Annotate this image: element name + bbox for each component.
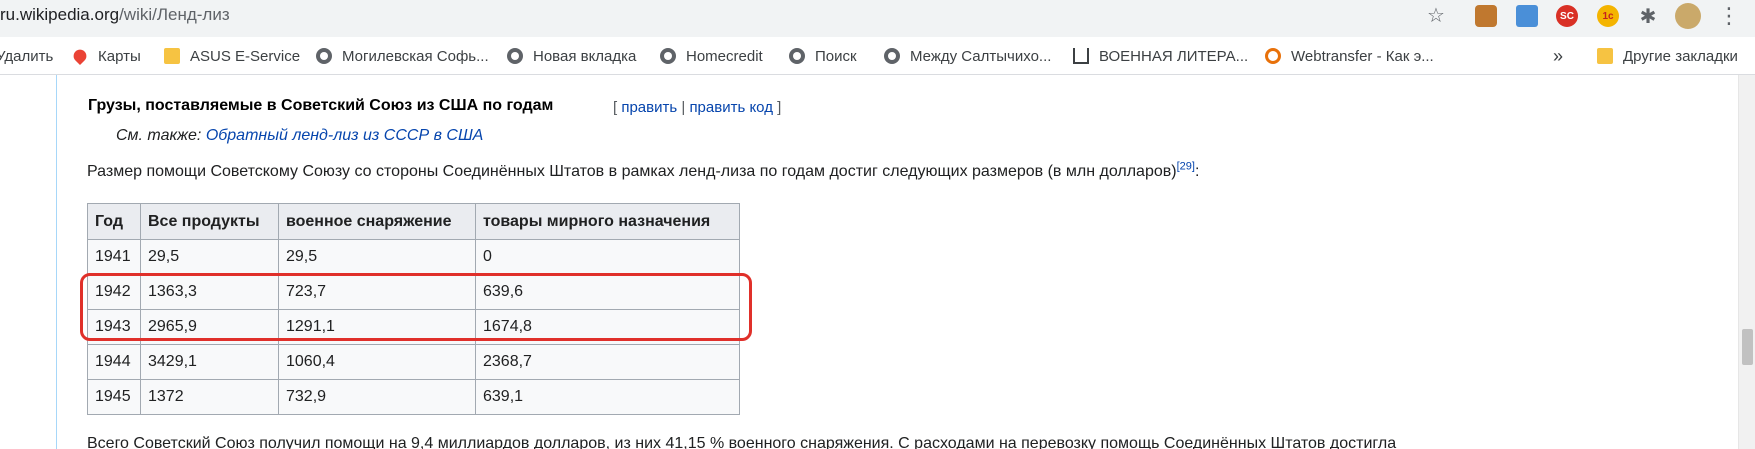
bookmark-label: Карты [98, 47, 141, 65]
globe-icon [507, 48, 523, 64]
address-bar[interactable]: ru.wikipedia.org/wiki/Ленд-лиз ☆ SC 1с ✱… [0, 0, 1755, 37]
globe-icon [316, 48, 332, 64]
lend-lease-table: Год Все продукты военное снаряжение това… [87, 203, 740, 415]
edit-link[interactable]: править [621, 99, 677, 116]
bookmarks-bar: Удалить Карты ASUS E-Service Могилевская… [0, 37, 1755, 75]
intro-end: : [1194, 163, 1200, 180]
column-header-military: военное снаряжение [278, 203, 476, 240]
globe-icon [660, 48, 676, 64]
bookmark-delete[interactable]: Удалить [0, 37, 53, 75]
table-row: 1943 2965,9 1291,1 1674,8 [87, 309, 740, 345]
other-bookmarks[interactable]: Другие закладки [1597, 37, 1738, 75]
table-cell: 29,5 [140, 239, 279, 275]
section-edit-links: [ править | править код ] [613, 99, 781, 116]
table-cell: 639,6 [475, 274, 740, 310]
column-header-all-products: Все продукты [140, 203, 279, 240]
bookmark-maps[interactable]: Карты [70, 37, 141, 75]
table-header-row: Год Все продукты военное снаряжение това… [87, 203, 740, 240]
edit-code-link[interactable]: править код [689, 99, 773, 116]
bookmark-label: Между Салтычихо... [910, 47, 1052, 65]
edit-separator: | [681, 99, 686, 116]
bookmark-label: Удалить [0, 47, 54, 65]
url-path: /wiki/Ленд-лиз [119, 5, 230, 24]
table-cell: 1291,1 [278, 309, 476, 345]
table-cell: 0 [475, 239, 740, 275]
folder-icon [164, 48, 180, 64]
table-row: 1944 3429,1 1060,4 2368,7 [87, 344, 740, 380]
bookmark-star-icon[interactable]: ☆ [1427, 4, 1445, 28]
table-cell: 1674,8 [475, 309, 740, 345]
table-cell: 1945 [87, 379, 141, 415]
bookmark-saltychikha[interactable]: Между Салтычихо... [884, 37, 1051, 75]
section-heading: Грузы, поставляемые в Советский Союз из … [88, 97, 554, 114]
table-row: 1941 29,5 29,5 0 [87, 239, 740, 275]
column-header-year: Год [87, 203, 141, 240]
bookmark-label: ASUS E-Service [190, 47, 301, 65]
intro-text: Размер помощи Советскому Союзу со сторон… [87, 163, 1177, 180]
table-cell: 732,9 [278, 379, 476, 415]
map-pin-icon [70, 46, 90, 66]
see-also-link[interactable]: Обратный ленд-лиз из СССР в США [206, 127, 484, 144]
bookmark-search[interactable]: Поиск [789, 37, 857, 75]
table-cell: 1944 [87, 344, 141, 380]
bookmarks-overflow-icon[interactable]: » [1553, 37, 1563, 75]
bookmark-label: Новая вкладка [533, 47, 637, 65]
page-scrollbar[interactable] [1738, 75, 1755, 449]
see-also-prefix: См. также: [116, 127, 202, 144]
loop-icon [1265, 48, 1281, 64]
globe-icon [789, 48, 805, 64]
bookmark-label: Поиск [815, 47, 857, 65]
extension-sc-icon[interactable]: SC [1556, 5, 1578, 27]
table-cell: 1363,3 [140, 274, 279, 310]
intro-paragraph: Размер помощи Советскому Союзу со сторон… [87, 161, 1200, 181]
table-cell: 1942 [87, 274, 141, 310]
scrollbar-thumb[interactable] [1742, 329, 1753, 365]
table-cell: 3429,1 [140, 344, 279, 380]
page-content: Грузы, поставляемые в Советский Союз из … [0, 75, 1755, 449]
url-text[interactable]: ru.wikipedia.org/wiki/Ленд-лиз [0, 5, 230, 25]
bookmark-webtransfer[interactable]: Webtransfer - Как э... [1265, 37, 1434, 75]
table-row: 1942 1363,3 723,7 639,6 [87, 274, 740, 310]
bookmark-label: Могилевская Софь... [342, 47, 489, 65]
browser-menu-icon[interactable]: ⋮ [1718, 2, 1740, 30]
extension-1c-icon[interactable]: 1с [1597, 5, 1619, 27]
edit-bracket-close: ] [777, 99, 782, 116]
see-also-note: См. также: Обратный ленд-лиз из СССР в С… [116, 127, 483, 145]
bookmark-homecredit[interactable]: Homecredit [660, 37, 763, 75]
bookmark-label: ВОЕННАЯ ЛИТЕРА... [1099, 47, 1249, 65]
bookmark-label: Другие закладки [1623, 47, 1738, 65]
table-cell: 639,1 [475, 379, 740, 415]
table-cell: 1060,4 [278, 344, 476, 380]
extensions-puzzle-icon[interactable]: ✱ [1637, 5, 1659, 28]
table-row: 1945 1372 732,9 639,1 [87, 379, 740, 415]
table-cell: 723,7 [278, 274, 476, 310]
table-cell: 1941 [87, 239, 141, 275]
bookmark-asus[interactable]: ASUS E-Service [164, 37, 300, 75]
book-icon [1073, 48, 1089, 64]
table-cell: 1372 [140, 379, 279, 415]
content-border [56, 75, 57, 449]
bookmark-label: Homecredit [686, 47, 763, 65]
bookmark-military-lit[interactable]: ВОЕННАЯ ЛИТЕРА... [1073, 37, 1248, 75]
bookmark-new-tab[interactable]: Новая вкладка [507, 37, 636, 75]
extension-avatar-icon[interactable] [1475, 5, 1497, 27]
table-cell: 2965,9 [140, 309, 279, 345]
table-cell: 2368,7 [475, 344, 740, 380]
edit-bracket-open: [ [613, 99, 618, 116]
table-cell: 29,5 [278, 239, 476, 275]
extension-gift-icon[interactable] [1516, 5, 1538, 27]
url-host: ru.wikipedia.org [0, 5, 120, 24]
bookmark-label: Webtransfer - Как э... [1291, 47, 1434, 65]
profile-avatar-icon[interactable] [1675, 3, 1701, 29]
reference-link[interactable]: [29] [1177, 161, 1195, 173]
folder-icon [1597, 48, 1613, 64]
globe-icon [884, 48, 900, 64]
summary-paragraph: Всего Советский Союз получил помощи на 9… [87, 435, 1397, 449]
table-cell: 1943 [87, 309, 141, 345]
column-header-civilian: товары мирного назначения [475, 203, 740, 240]
bookmark-mogilev[interactable]: Могилевская Софь... [316, 37, 489, 75]
